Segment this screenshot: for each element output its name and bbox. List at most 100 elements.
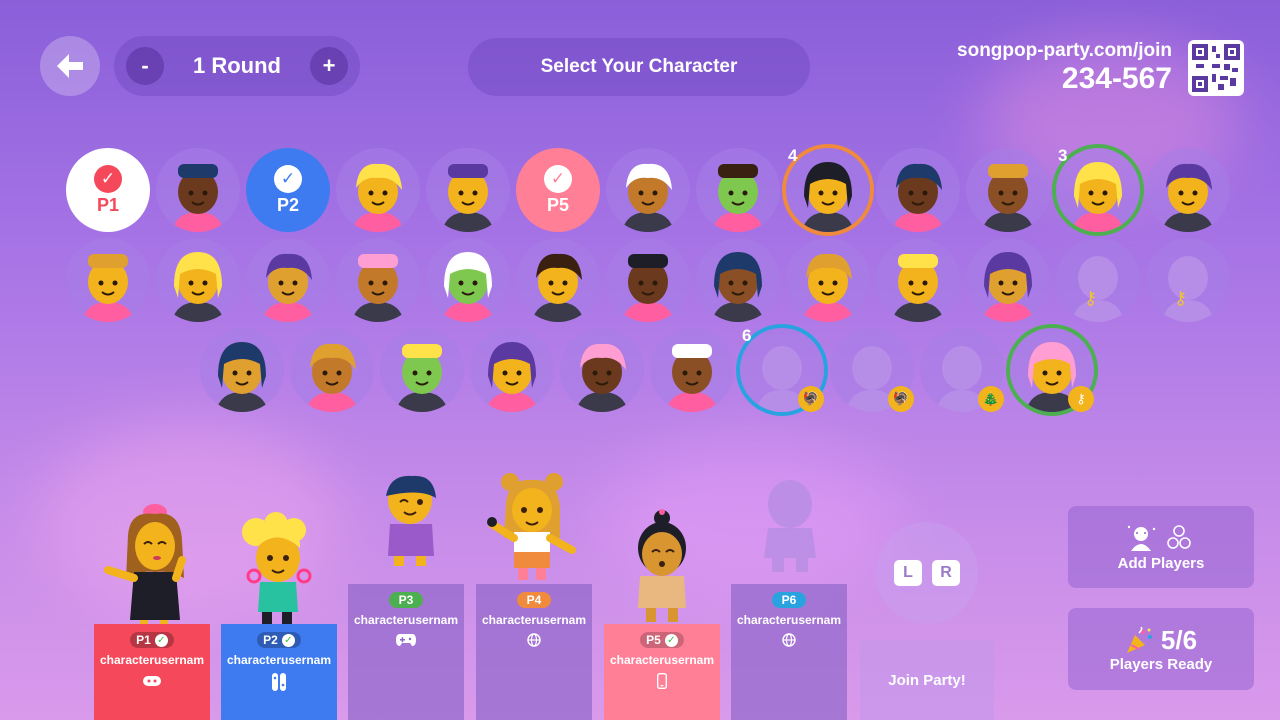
- character-avatar[interactable]: [516, 238, 600, 322]
- key-lock-icon: ⚷: [1174, 288, 1188, 308]
- player-tag-label: P3: [398, 593, 414, 607]
- character-avatar[interactable]: [426, 238, 510, 322]
- ready-check-icon: ✓: [154, 633, 168, 647]
- character-avatar[interactable]: [696, 238, 780, 322]
- ready-check-icon: ✓: [281, 633, 295, 647]
- back-button[interactable]: [40, 36, 100, 96]
- character-avatar[interactable]: [1146, 148, 1230, 232]
- character-avatar[interactable]: [606, 238, 690, 322]
- party-popper-icon: [1126, 626, 1152, 653]
- selected-badge: ✓ P5: [516, 148, 600, 232]
- player-tag: P4: [517, 592, 551, 608]
- character-avatar[interactable]: ✓ P1: [66, 148, 150, 232]
- join-party-button[interactable]: Join Party!: [860, 640, 994, 720]
- player-username: characterusernam: [99, 653, 205, 667]
- web-icon: [782, 633, 796, 650]
- player-slot-5[interactable]: P5 ✓ characterusernam: [604, 624, 720, 720]
- add-players-button[interactable]: Add Players: [1068, 506, 1254, 588]
- round-decrease-button[interactable]: -: [126, 47, 164, 85]
- character-avatar[interactable]: [966, 148, 1050, 232]
- page-title: Select Your Character: [468, 38, 810, 96]
- character-avatar[interactable]: [156, 238, 240, 322]
- check-circle-icon: ✓: [94, 164, 122, 193]
- player-username: characterusernam: [736, 613, 842, 627]
- character-avatar[interactable]: 3: [1056, 146, 1140, 232]
- round-count-label: 1 Round: [193, 53, 281, 78]
- player-slot-1[interactable]: P1 ✓ characterusernam: [94, 624, 210, 720]
- players-ready-label: Players Ready: [1109, 656, 1213, 673]
- player-slot-4[interactable]: P4 characterusernam: [476, 584, 592, 720]
- character-avatar[interactable]: ✓ P5: [516, 148, 600, 232]
- key-badge-icon: ⚷: [1068, 386, 1094, 412]
- hover-player-number: 6: [742, 326, 752, 345]
- character-avatar[interactable]: [696, 148, 780, 232]
- character-avatar[interactable]: [470, 328, 554, 412]
- locked-character-avatar[interactable]: 6 🦃: [740, 326, 824, 412]
- player-slot-2[interactable]: P2 ✓ characterusernam: [221, 624, 337, 720]
- player-tag-label: P5: [646, 633, 661, 647]
- add-players-icon: [1127, 524, 1191, 551]
- character-avatar[interactable]: [876, 148, 960, 232]
- character-avatar[interactable]: [246, 238, 330, 322]
- character-avatar[interactable]: [876, 238, 960, 322]
- player-6-placeholder: [764, 480, 816, 572]
- selected-player-label: P5: [546, 194, 570, 215]
- phone-icon: [656, 672, 668, 692]
- check-circle-icon: ✓: [274, 164, 302, 193]
- character-avatar[interactable]: [380, 328, 464, 412]
- player-tag: P1 ✓: [130, 632, 174, 648]
- selected-badge: ✓ P2: [246, 148, 330, 232]
- character-avatar[interactable]: [650, 328, 734, 412]
- check-circle-icon: ✓: [544, 164, 572, 193]
- character-avatar[interactable]: [606, 148, 690, 232]
- character-avatar[interactable]: [290, 328, 374, 412]
- round-increase-button[interactable]: +: [310, 47, 348, 85]
- key-lock-icon: ⚷: [1084, 288, 1098, 308]
- character-avatar[interactable]: [336, 238, 420, 322]
- turkey-badge-icon: 🦃: [798, 386, 824, 412]
- l-button-icon: L: [894, 560, 922, 586]
- arrow-left-icon: [57, 54, 83, 78]
- player-tag-label: P1: [136, 633, 151, 647]
- player-tag-label: P4: [526, 593, 542, 607]
- switch-icon: [272, 673, 286, 694]
- character-avatar[interactable]: 4: [786, 146, 870, 232]
- controller-icon: [143, 673, 161, 689]
- player-4-character: [487, 473, 576, 580]
- turkey-badge-icon: 🦃: [888, 386, 914, 412]
- player-username: characterusernam: [353, 613, 459, 627]
- character-avatar[interactable]: [156, 148, 240, 232]
- player-2-character: [242, 512, 312, 624]
- player-slot-3[interactable]: P3 characterusernam: [348, 584, 464, 720]
- web-icon: [527, 633, 541, 650]
- ready-count: 5/6: [1160, 625, 1198, 655]
- player-tag: P3: [389, 592, 423, 608]
- character-avatar[interactable]: [966, 238, 1050, 322]
- character-avatar[interactable]: [66, 238, 150, 322]
- tree-badge-icon: 🎄: [978, 386, 1004, 412]
- locked-character-avatar: ⚷: [1146, 238, 1230, 322]
- player-tag-label: P2: [263, 633, 278, 647]
- r-button-icon: R: [932, 560, 960, 586]
- character-avatar[interactable]: ✓ P2: [246, 148, 330, 232]
- qr-code: [1188, 40, 1244, 96]
- player-tag-label: P6: [781, 593, 797, 607]
- player-username: characterusernam: [226, 653, 332, 667]
- character-avatar[interactable]: [560, 328, 644, 412]
- player-1-character: [104, 504, 186, 625]
- character-avatar[interactable]: [200, 328, 284, 412]
- player-slot-6[interactable]: P6 characterusernam: [731, 584, 847, 720]
- character-avatar[interactable]: ⚷: [1010, 328, 1094, 412]
- add-players-label: Add Players: [1117, 554, 1205, 572]
- character-avatar[interactable]: [786, 238, 870, 322]
- character-avatar[interactable]: [426, 148, 510, 232]
- players-ready-panel: 5/6 Players Ready: [1068, 608, 1254, 690]
- selected-player-label: P1: [96, 194, 120, 215]
- character-avatar[interactable]: [336, 148, 420, 232]
- player-username: characterusernam: [609, 653, 715, 667]
- hover-player-number: 4: [788, 146, 798, 165]
- player-tag: P5 ✓: [640, 632, 684, 648]
- lr-join-hint[interactable]: L R: [876, 522, 978, 624]
- round-selector: - 1 Round +: [114, 36, 360, 96]
- selected-badge: ✓ P1: [66, 148, 150, 232]
